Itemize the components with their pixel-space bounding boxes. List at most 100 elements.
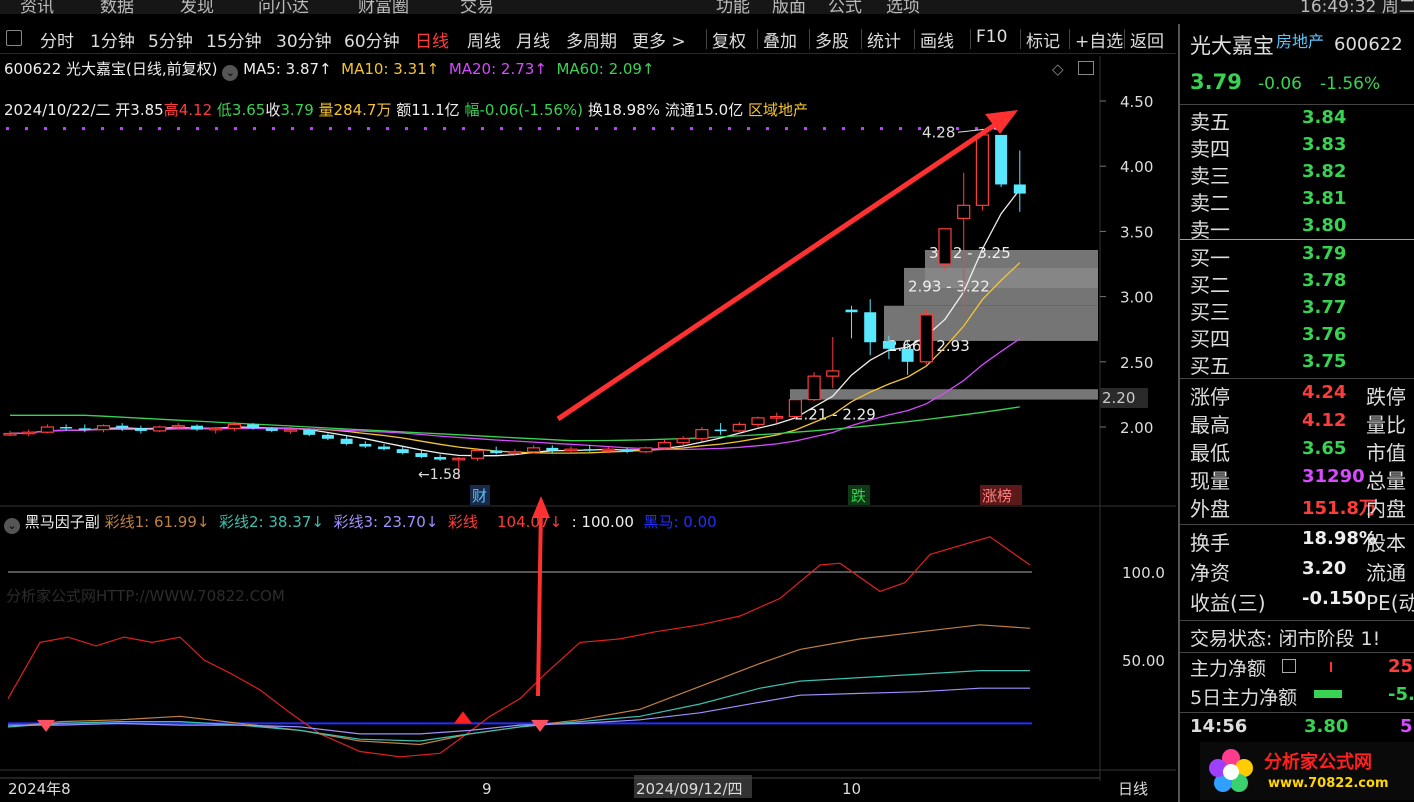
signal-arrow: [536, 505, 543, 697]
current-price: 3.79: [1190, 70, 1242, 94]
tool-button-6[interactable]: 标记: [1026, 27, 1060, 52]
candle-body: [508, 451, 522, 454]
candle-body: [209, 427, 223, 431]
topmenu-item-4[interactable]: 财富圈: [358, 0, 409, 14]
candle-body: [396, 449, 409, 454]
candle-body: [901, 348, 914, 362]
candle-body: [415, 453, 428, 457]
main-net-value: 25: [1388, 656, 1414, 677]
signal-dot: [291, 127, 294, 131]
x-tick-label: 9: [482, 780, 492, 798]
candle-body: [676, 438, 690, 444]
stat-3-label: 现量: [1190, 469, 1230, 493]
tool-button-0[interactable]: 复权: [712, 27, 746, 52]
period-tab-5[interactable]: 60分钟: [344, 27, 400, 52]
tool-button-5[interactable]: F10: [976, 27, 1007, 47]
candle-body: [695, 429, 709, 440]
signal-dot: [500, 127, 503, 131]
tool-button-7[interactable]: +自选: [1075, 27, 1123, 52]
signal-dot: [424, 127, 427, 131]
topmenu-item-8[interactable]: 公式: [828, 0, 862, 14]
price-marker-label: 2.20: [1102, 389, 1135, 407]
stat-1-value: 4.12: [1302, 410, 1347, 431]
signal-dot: [671, 127, 674, 131]
toolbar-separator: [861, 29, 862, 49]
candle-body: [283, 429, 298, 432]
signal-dot: [6, 127, 9, 131]
bid-5-label: 买五: [1190, 354, 1230, 378]
candle-body: [546, 447, 559, 451]
period-tab-7[interactable]: 周线: [467, 27, 501, 52]
topmenu-item-7[interactable]: 版面: [772, 0, 806, 14]
candle-body: [96, 425, 111, 431]
topmenu-item-5[interactable]: 交易: [460, 0, 494, 14]
stat-1-right-label: 量比: [1366, 413, 1406, 437]
topmenu-item-2[interactable]: 发现: [180, 0, 214, 14]
candle-body: [116, 425, 129, 429]
period-tab-3[interactable]: 15分钟: [206, 27, 262, 52]
tool-button-2[interactable]: 多股: [815, 27, 849, 52]
panel-toggle-icon[interactable]: [6, 30, 22, 46]
low-annotation: ←1.58: [418, 467, 461, 483]
price-gap-zone[interactable]: [884, 305, 1098, 341]
signal-dot: [234, 127, 237, 131]
tool-button-8[interactable]: 返回: [1130, 27, 1164, 52]
main-net-label: 主力净额: [1190, 658, 1267, 680]
candle-body: [340, 438, 353, 444]
signal-dot: [785, 127, 788, 131]
signal-dot: [576, 127, 579, 131]
topmenu-item-0[interactable]: 资讯: [20, 0, 54, 14]
candle-body: [957, 204, 971, 219]
subchart-y-tick: 50.00: [1122, 652, 1165, 670]
candle-body: [583, 449, 596, 451]
toolbar-separator: [1124, 29, 1125, 49]
signal-triangle-icon: [454, 711, 472, 724]
candle-body: [807, 375, 821, 401]
line5-label: : 100.00: [571, 513, 634, 531]
candle-body: [770, 415, 784, 419]
period-tab-4[interactable]: 30分钟: [276, 27, 332, 52]
stat-0-label: 涨停: [1190, 385, 1230, 409]
topmenu-item-1[interactable]: 数据: [100, 0, 134, 14]
signal-dot: [956, 127, 959, 131]
stat2-2-value: -0.150: [1302, 588, 1367, 609]
period-tab-1[interactable]: 1分钟: [90, 27, 135, 52]
list-icon[interactable]: [1282, 659, 1296, 673]
ma10-line: [9, 262, 1021, 454]
candle-body: [938, 228, 952, 265]
signal-dot: [633, 127, 636, 131]
price-gap-zone[interactable]: [790, 389, 1098, 400]
candlestick-chart[interactable]: 3.22 - 3.252.93 - 3.222.66 - 2.932.21 - …: [0, 56, 1176, 802]
period-tab-0[interactable]: 分时: [40, 27, 74, 52]
period-tab-9[interactable]: 多周期: [566, 27, 617, 52]
candle-body: [919, 314, 933, 363]
stat-2-label: 最低: [1190, 441, 1230, 465]
subchart-dropdown-icon[interactable]: ⌄: [4, 518, 20, 534]
topmenu-item-9[interactable]: 选项: [886, 0, 920, 14]
period-tab-8[interactable]: 月线: [516, 27, 550, 52]
signal-diamond-icon: [37, 719, 55, 732]
candle-body: [732, 423, 746, 432]
tool-button-3[interactable]: 统计: [867, 27, 901, 52]
period-tab-6[interactable]: 日线: [415, 27, 449, 52]
candle-body: [434, 456, 447, 460]
line4-value: 104.07↓: [496, 513, 563, 531]
main-net-bar: [1330, 662, 1332, 672]
x-tick-label: 2024/09/12/四: [636, 780, 743, 798]
period-tab-2[interactable]: 5分钟: [148, 27, 193, 52]
limit-badge: 涨榜: [982, 487, 1012, 505]
bid-2-value: 3.78: [1302, 270, 1347, 291]
bid-1-value: 3.79: [1302, 243, 1347, 264]
candle-body: [601, 448, 616, 452]
topmenu-item-3[interactable]: 问小达: [258, 0, 309, 14]
signal-dot: [139, 127, 142, 131]
tool-button-4[interactable]: 画线: [920, 27, 954, 52]
signal-dot: [310, 127, 313, 131]
tool-button-1[interactable]: 叠加: [763, 27, 797, 52]
stat-4-right-label: 内盘: [1366, 497, 1406, 521]
trade-status: 交易状态: 闭市阶段 1!: [1190, 628, 1381, 650]
stock-sector[interactable]: 房地产: [1276, 28, 1324, 52]
signal-dot: [215, 127, 218, 131]
topmenu-item-6[interactable]: 功能: [716, 0, 750, 14]
period-tab-10[interactable]: 更多 >: [632, 27, 686, 52]
